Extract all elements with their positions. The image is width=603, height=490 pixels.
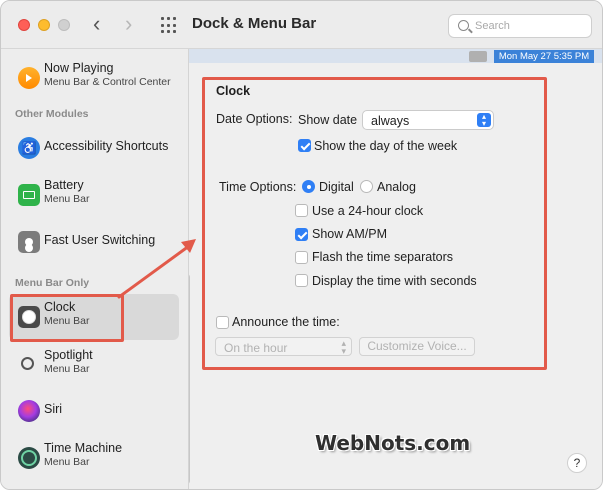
preferences-window: ‹ › Dock & Menu Bar Now Playing Menu Bar… bbox=[0, 0, 603, 490]
annotation-arrow bbox=[117, 239, 196, 299]
watermark-logo: WebNots.com bbox=[315, 431, 471, 455]
help-button[interactable]: ? bbox=[567, 453, 587, 473]
